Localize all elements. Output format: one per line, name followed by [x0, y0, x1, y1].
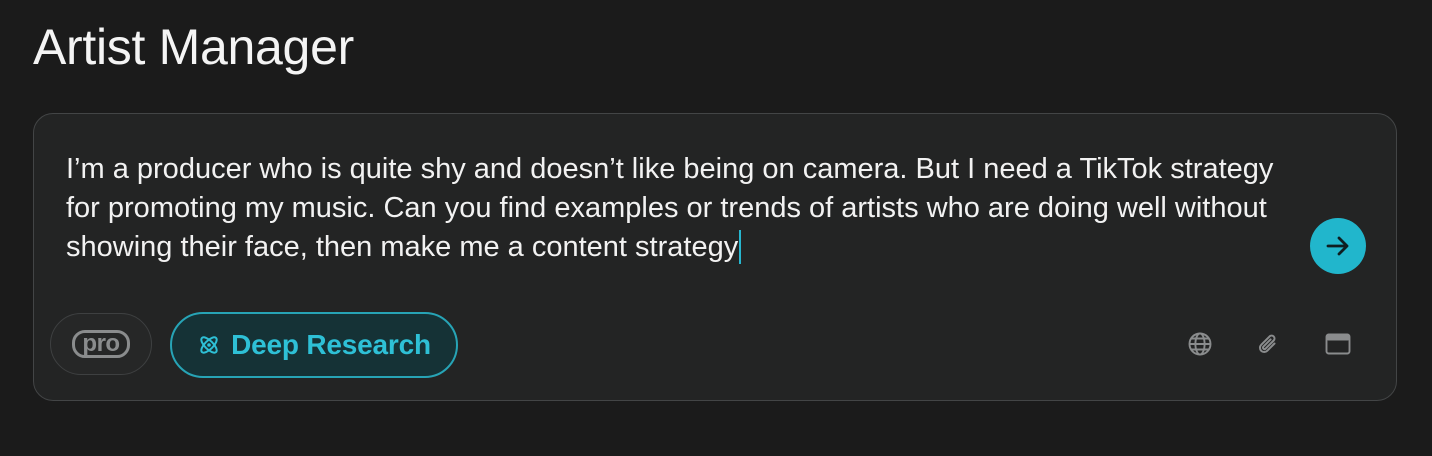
pro-toggle-button[interactable]: pro: [50, 313, 152, 375]
deep-research-button[interactable]: Deep Research: [170, 312, 458, 378]
browser-window-button[interactable]: [1324, 330, 1352, 358]
prompt-input-text: I’m a producer who is quite shy and does…: [66, 153, 1274, 263]
prompt-input[interactable]: I’m a producer who is quite shy and does…: [66, 150, 1296, 267]
send-button[interactable]: [1310, 218, 1366, 274]
attach-file-button[interactable]: [1254, 330, 1282, 358]
text-caret: [739, 230, 742, 264]
globe-icon: [1188, 332, 1212, 356]
web-search-button[interactable]: [1186, 330, 1214, 358]
arrow-right-icon: [1326, 236, 1349, 256]
page-title: Artist Manager: [33, 19, 354, 75]
atom-icon: [200, 336, 218, 354]
prompt-composer: I’m a producer who is quite shy and does…: [33, 113, 1397, 401]
deep-research-label: Deep Research: [231, 329, 431, 360]
pro-label: pro: [72, 330, 130, 358]
browser-window-icon: [1325, 333, 1351, 355]
paperclip-icon: [1258, 334, 1276, 354]
